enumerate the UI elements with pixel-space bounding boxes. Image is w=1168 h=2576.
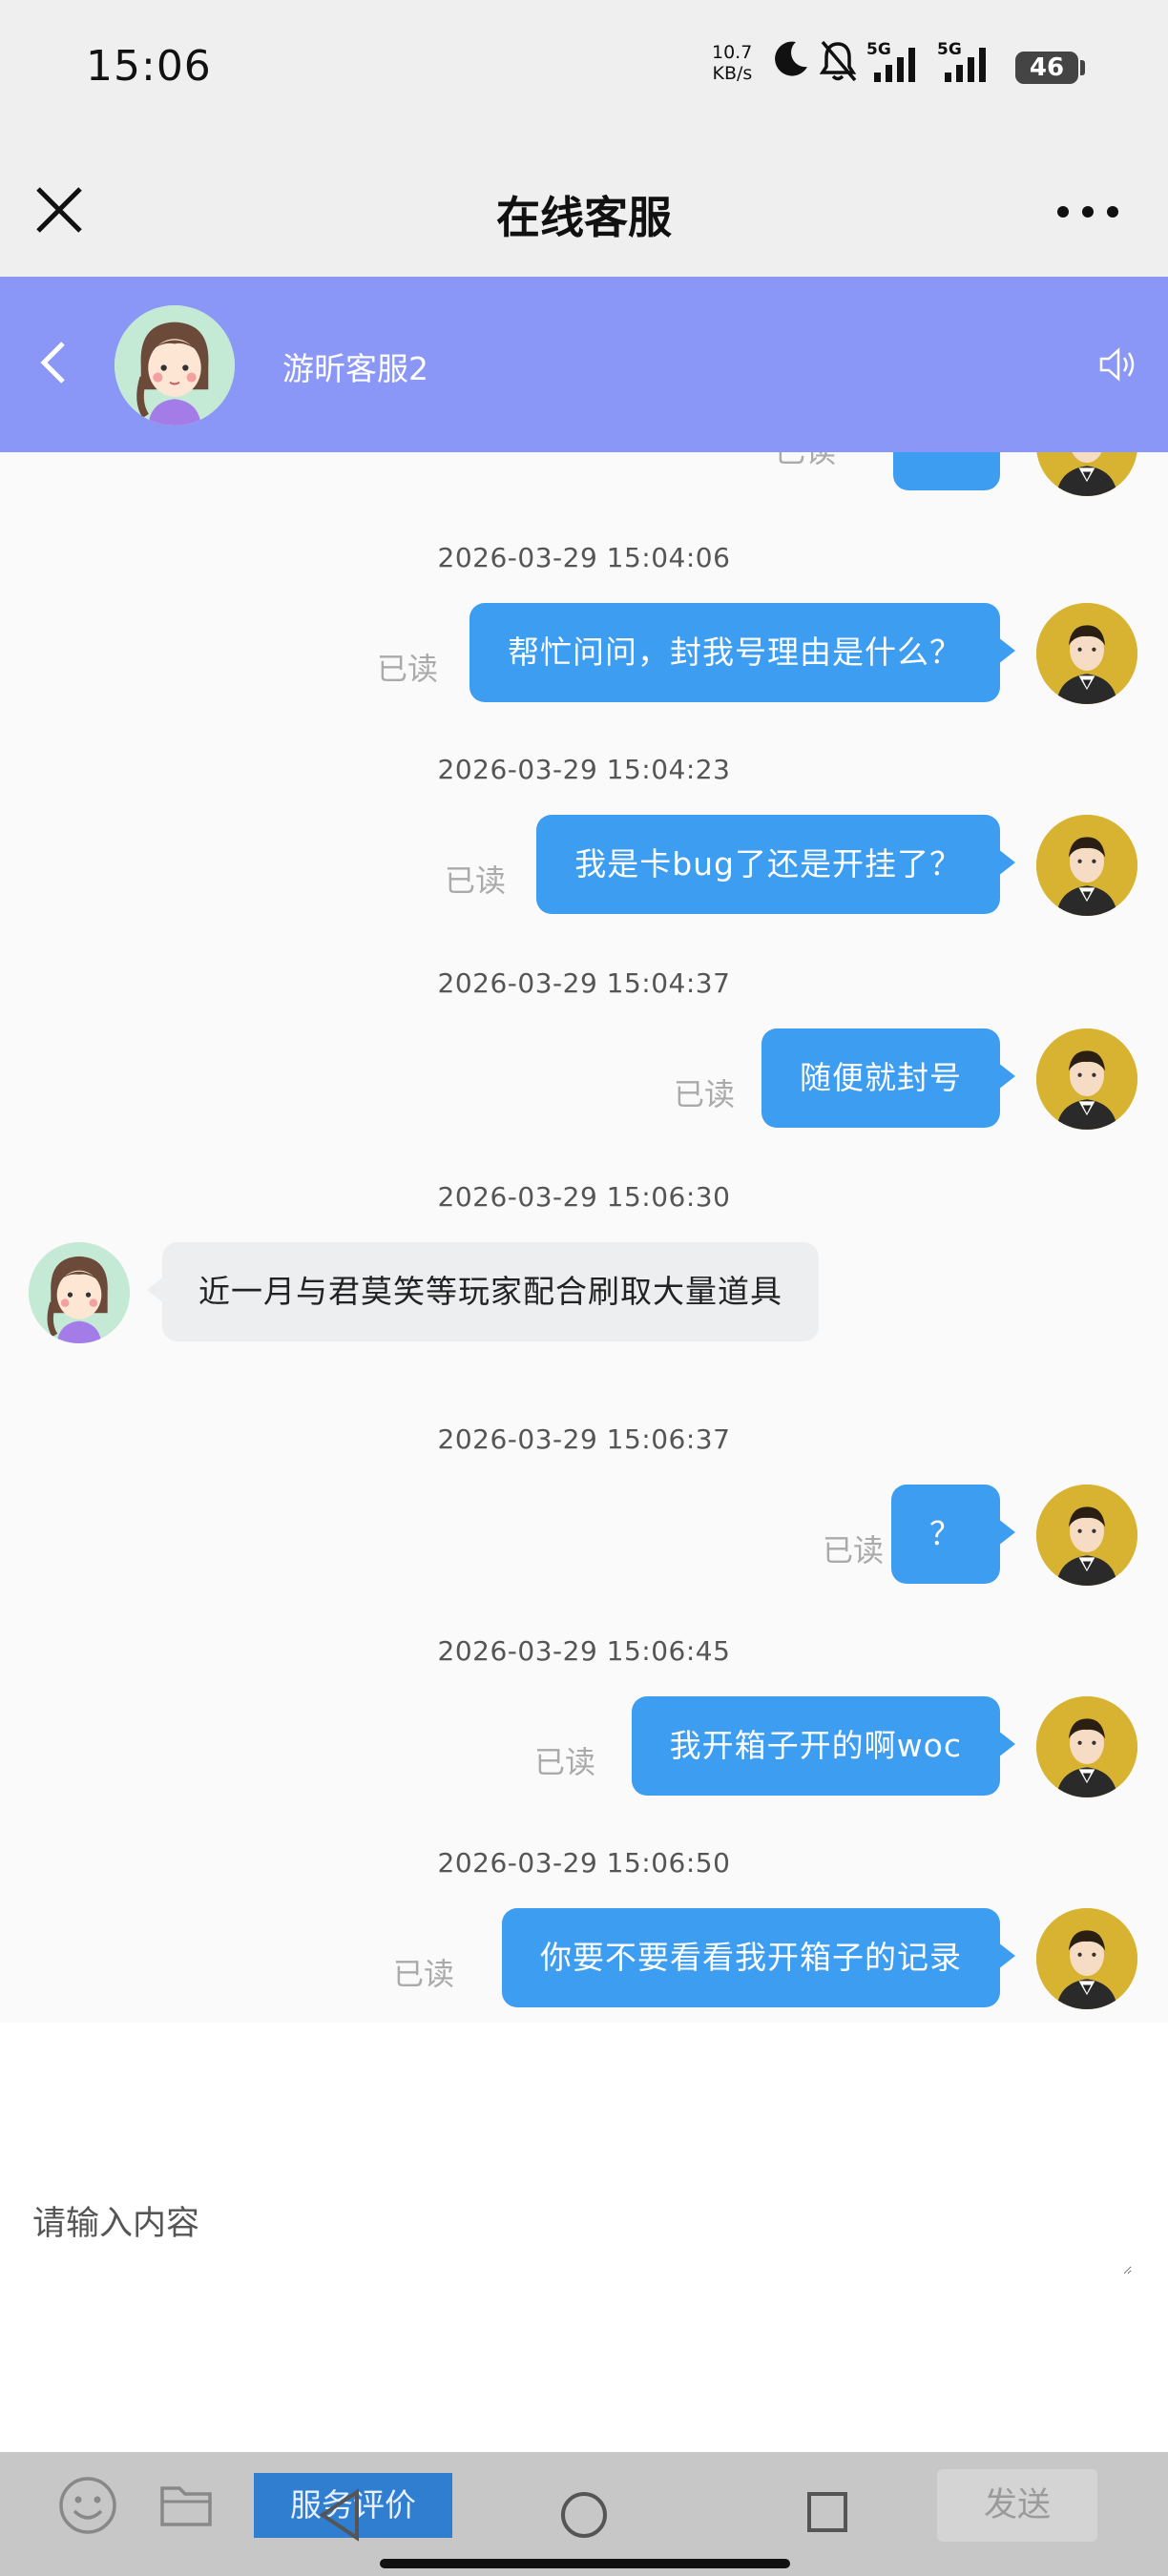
user-avatar [1036,1485,1137,1586]
battery-level: 46 [1029,53,1065,82]
bottom-toolbar: 服务评价 发送 [0,2452,1168,2576]
message-timestamp: 2026-03-29 15:06:50 [437,1847,731,1879]
battery-tip [1080,60,1085,75]
read-status: 已读 [534,1744,596,1780]
message-bubble-outgoing[interactable]: 帮忙问问，封我号理由是什么？ [469,603,1015,702]
user-avatar [1036,1696,1137,1797]
user-avatar [1036,1028,1137,1130]
bell-off-icon [817,38,859,88]
more-button[interactable] [1050,200,1126,223]
network-speed: 10.7 KB/s [712,42,752,84]
page-title: 在线客服 [496,192,672,243]
agent-name: 游昕客服2 [282,350,428,387]
signal-icon: 5G [866,40,924,86]
read-status: 已读 [445,862,507,899]
message-timestamp: 2026-03-29 15:06:37 [437,1423,731,1455]
user-avatar [1036,452,1137,496]
status-bar: 15:06 10.7 KB/s 5G 5G 46 [0,0,1168,143]
agent-avatar [115,305,235,426]
message-input[interactable] [31,2194,1132,2275]
nav-recents-button[interactable] [805,2490,849,2534]
message-bubble-partial [893,452,1000,490]
status-time: 15:06 [86,42,212,91]
emoji-button[interactable] [57,2475,118,2536]
more-icon [1057,206,1118,218]
battery-icon: 46 [1015,52,1078,84]
user-avatar [1036,815,1137,916]
read-status: 已读 [393,1956,455,1992]
speaker-button[interactable] [1095,342,1141,387]
message-bubble-outgoing[interactable]: 随便就封号 [761,1028,1015,1128]
message-timestamp: 2026-03-29 15:06:45 [437,1635,731,1667]
nav-home-button[interactable] [559,2490,609,2540]
read-status: 已读 [674,1076,736,1112]
chat-header: 游昕客服2 [0,277,1168,452]
read-status: 已读 [775,452,836,471]
back-button[interactable] [34,334,73,391]
read-status: 已读 [377,651,439,687]
agent-avatar [29,1242,130,1343]
chevron-left-icon [40,342,65,384]
message-bubble-incoming[interactable]: 近一月与君莫笑等玩家配合刷取大量道具 [147,1242,819,1341]
read-status: 已读 [823,1532,885,1568]
message-list[interactable]: 已读 2026-03-29 15:04:06 已读 帮忙问问，封我号理由是什么？… [0,452,1168,2023]
circle-home-icon [561,2492,607,2538]
speaker-icon [1099,347,1135,382]
title-bar: 在线客服 [0,143,1168,277]
message-timestamp: 2026-03-29 15:06:30 [437,1181,731,1213]
network-speed-value: 10.7 [712,42,753,63]
network-speed-unit: KB/s [712,63,753,84]
moon-icon [769,38,811,84]
emoji-icon [59,2477,116,2534]
user-avatar [1036,603,1137,704]
square-recents-icon [807,2492,847,2532]
message-timestamp: 2026-03-29 15:04:06 [437,542,731,573]
folder-button[interactable] [158,2479,214,2530]
nav-back-button[interactable] [315,2486,365,2544]
message-bubble-outgoing[interactable]: 你要不要看看我开箱子的记录 [502,1908,1015,2007]
triangle-back-icon [319,2488,359,2542]
send-button[interactable]: 发送 [937,2469,1097,2542]
user-avatar [1036,1908,1137,2009]
input-area [0,2023,1168,2452]
message-bubble-outgoing[interactable]: 我是卡bug了还是开挂了？ [536,815,1015,914]
home-indicator[interactable] [380,2559,790,2568]
signal-icon: 5G [937,40,994,86]
message-timestamp: 2026-03-29 15:04:37 [437,967,731,999]
message-bubble-outgoing[interactable]: 我开箱子开的啊woc [631,1696,1016,1796]
message-timestamp: 2026-03-29 15:04:23 [437,754,731,785]
message-bubble-outgoing[interactable]: ？ [891,1485,1015,1584]
folder-icon [160,2486,212,2526]
